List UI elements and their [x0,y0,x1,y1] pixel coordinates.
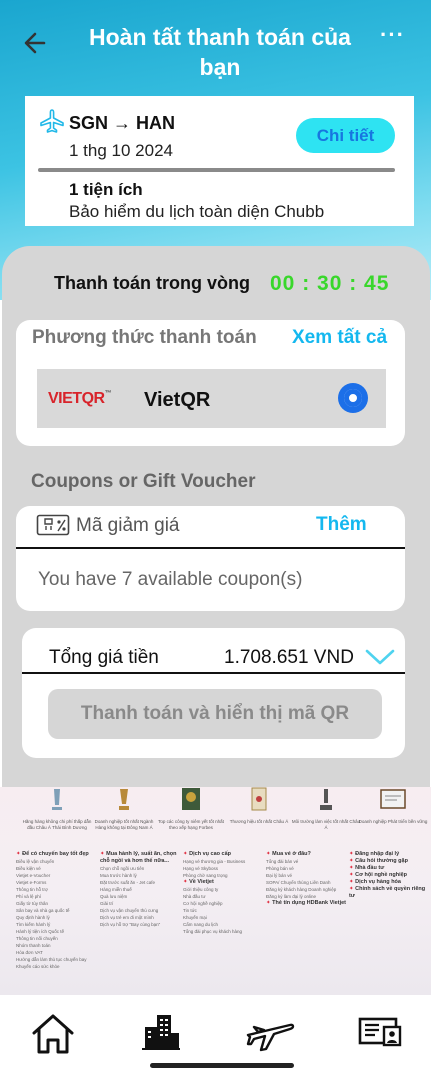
payment-method-heading: Phương thức thanh toán [32,327,257,348]
chevron-down-icon[interactable] [365,646,395,668]
award-item: Hãng hàng không chi phí thấp dẫn đầu Châ… [22,787,92,830]
award-item: Thương hiệu tốt nhất Châu Á [224,787,294,825]
route-destination: HAN [136,113,176,133]
available-coupons-link[interactable]: You have 7 available coupon(s) [38,569,302,591]
vietqr-logo: VIETQR™ [48,390,112,407]
certificate-icon [251,787,267,811]
divider [38,168,395,172]
footer-column: Mua hành lý, suất ăn, chọn chỗ ngồi và h… [100,851,186,928]
award-item: Doanh nghiệp Phát triển bền vững [358,787,428,825]
extras-count: 1 tiện ích [69,180,143,199]
airplane-icon [40,109,64,133]
payment-option-label: VietQR [144,389,211,411]
payment-option-vietqr[interactable]: VIETQR™ VietQR [37,369,386,428]
flight-route: SGN → HAN [69,113,175,134]
award-item: Môi trường làm việc tốt nhất Châu Á [291,787,361,830]
route-origin: SGN [69,113,109,133]
add-coupon-button[interactable]: Thêm [316,514,367,536]
home-indicator [150,1063,294,1068]
total-price: 1.708.651 VND [224,647,354,668]
coupon-heading: Coupons or Gift Voucher [31,471,256,492]
airplane-icon[interactable] [244,1013,296,1053]
total-label: Tổng giá tiền [49,647,159,668]
divider [16,547,405,549]
footer-column: Mua vé ở đâu? Tổng đài bán vé Phòng bán … [266,851,352,907]
coupon-code-input[interactable] [76,512,276,540]
footer-column: Để có chuyến bay tốt đẹp Điều lệ vận chu… [16,851,102,970]
certificate-icon [380,789,406,809]
radio-selected-icon[interactable] [338,383,368,413]
detail-button[interactable]: Chi tiết [296,118,395,153]
footer-column: Đăng nhập đại lý Câu hỏi thường gặp Nhà … [349,851,427,900]
flight-summary-card: SGN → HAN 1 thg 10 2024 Chi tiết 1 tiện … [25,96,414,226]
award-item: Top các công ty niêm yết tốt nhất theo x… [156,787,226,830]
footer-banner: Hãng hàng không chi phí thấp dẫn đầu Châ… [0,787,431,995]
plaque-icon [182,788,200,810]
home-icon[interactable] [30,1013,76,1055]
trophy-icon [52,789,62,810]
divider [22,672,405,674]
countdown-label: Thanh toán trong vòng [54,273,250,293]
page-title: Hoàn tất thanh toán của bạn [89,24,351,80]
coupon-icon [36,514,70,536]
more-icon[interactable]: ··· [380,22,405,48]
extras-name: Bảo hiểm du lịch toàn diện Chubb [69,202,325,221]
back-arrow-icon[interactable] [20,28,50,58]
countdown-timer: 00 : 30 : 45 [270,272,390,295]
pay-show-qr-button[interactable]: Thanh toán và hiển thị mã QR [48,689,382,739]
building-icon[interactable] [141,1013,181,1051]
see-all-link[interactable]: Xem tất cả [292,327,387,349]
ticket-icon[interactable] [357,1013,403,1051]
route-arrow: → [113,113,132,133]
flight-date: 1 thg 10 2024 [69,141,173,160]
footer-column: Dịch vụ cao cấp Hạng vé thương gia - Bus… [183,851,269,935]
award-item: Doanh nghiệp tốt nhất Ngành Hàng không t… [89,787,159,830]
trophy-icon [320,789,332,810]
trophy-icon [119,789,129,810]
